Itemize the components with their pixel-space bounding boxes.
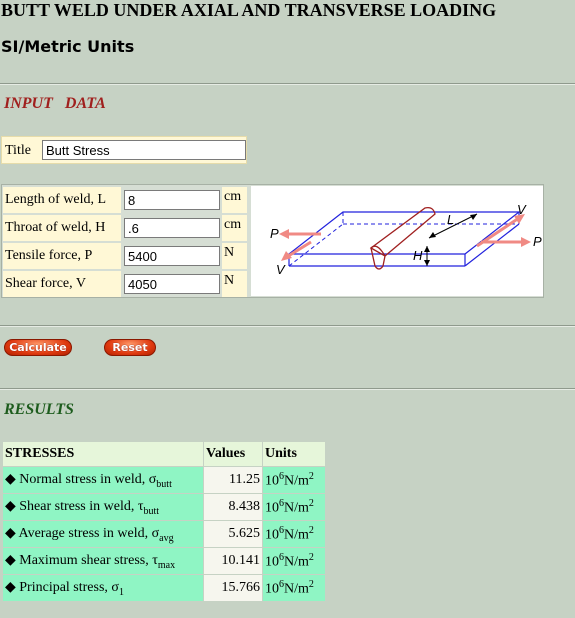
stress-value: 15.766 bbox=[204, 575, 262, 601]
length-input[interactable] bbox=[124, 190, 220, 210]
title-input[interactable] bbox=[42, 140, 246, 160]
stress-name: ◆ Principal stress, σ1 bbox=[3, 575, 203, 601]
header-values: Values bbox=[204, 442, 262, 466]
reset-button[interactable]: Reset bbox=[104, 339, 156, 356]
stress-name: ◆ Shear stress in weld, τbutt bbox=[3, 494, 203, 520]
title-row: Title bbox=[1, 136, 247, 164]
table-row: ◆ Shear stress in weld, τbutt 8.438 106N… bbox=[3, 494, 325, 520]
results-table: STRESSES Values Units ◆ Normal stress in… bbox=[2, 441, 326, 602]
diagram-label-p-right: P bbox=[533, 234, 542, 249]
shear-row: Shear force, V N bbox=[3, 271, 247, 297]
header-stresses: STRESSES bbox=[3, 442, 203, 466]
stress-value: 5.625 bbox=[204, 521, 262, 547]
stress-value: 10.141 bbox=[204, 548, 262, 574]
diagram-label-v-left: V bbox=[276, 262, 285, 277]
length-label: Length of weld, L bbox=[3, 187, 121, 213]
throat-label: Throat of weld, H bbox=[3, 215, 121, 241]
stress-value: 11.25 bbox=[204, 467, 262, 493]
stress-unit: 106N/m2 bbox=[263, 467, 325, 493]
length-row: Length of weld, L cm bbox=[3, 187, 247, 213]
stress-name: ◆ Normal stress in weld, σbutt bbox=[3, 467, 203, 493]
diagram-label-l: L bbox=[447, 212, 455, 227]
table-row: ◆ Average stress in weld, σavg 5.625 106… bbox=[3, 521, 325, 547]
stress-unit: 106N/m2 bbox=[263, 521, 325, 547]
calculate-button[interactable]: Calculate bbox=[4, 339, 72, 356]
page-title: BUTT WELD UNDER AXIAL AND TRANSVERSE LOA… bbox=[1, 0, 497, 20]
table-row: ◆ Normal stress in weld, σbutt 11.25 106… bbox=[3, 467, 325, 493]
header-units: Units bbox=[263, 442, 325, 466]
diagram-label-v-right: V bbox=[517, 202, 526, 217]
throat-input[interactable] bbox=[124, 218, 220, 238]
throat-unit: cm bbox=[222, 215, 247, 241]
input-data-heading: INPUT DATA bbox=[4, 95, 106, 112]
stress-unit: 106N/m2 bbox=[263, 575, 325, 601]
stress-unit: 106N/m2 bbox=[263, 494, 325, 520]
stress-name: ◆ Average stress in weld, σavg bbox=[3, 521, 203, 547]
shear-unit: N bbox=[222, 271, 247, 297]
title-label: Title bbox=[5, 143, 31, 158]
input-panel: Length of weld, L cm Throat of weld, H c… bbox=[1, 184, 544, 298]
divider bbox=[0, 388, 575, 390]
stress-name: ◆ Maximum shear stress, τmax bbox=[3, 548, 203, 574]
throat-row: Throat of weld, H cm bbox=[3, 215, 247, 241]
tensile-label: Tensile force, P bbox=[3, 243, 121, 269]
stress-unit: 106N/m2 bbox=[263, 548, 325, 574]
shear-label: Shear force, V bbox=[3, 271, 121, 297]
diagram-label-p-left: P bbox=[270, 226, 279, 241]
shear-input[interactable] bbox=[124, 274, 220, 294]
tensile-unit: N bbox=[222, 243, 247, 269]
length-unit: cm bbox=[222, 187, 247, 213]
page-subtitle: SI/Metric Units bbox=[1, 37, 135, 56]
tensile-input[interactable] bbox=[124, 246, 220, 266]
results-header-row: STRESSES Values Units bbox=[3, 442, 325, 466]
divider bbox=[0, 325, 575, 327]
stress-value: 8.438 bbox=[204, 494, 262, 520]
weld-diagram: P V L H V P bbox=[251, 186, 543, 296]
table-row: ◆ Principal stress, σ1 15.766 106N/m2 bbox=[3, 575, 325, 601]
diagram-label-h: H bbox=[413, 248, 423, 263]
divider bbox=[0, 83, 575, 85]
results-heading: RESULTS bbox=[4, 401, 74, 418]
table-row: ◆ Maximum shear stress, τmax 10.141 106N… bbox=[3, 548, 325, 574]
tensile-row: Tensile force, P N bbox=[3, 243, 247, 269]
